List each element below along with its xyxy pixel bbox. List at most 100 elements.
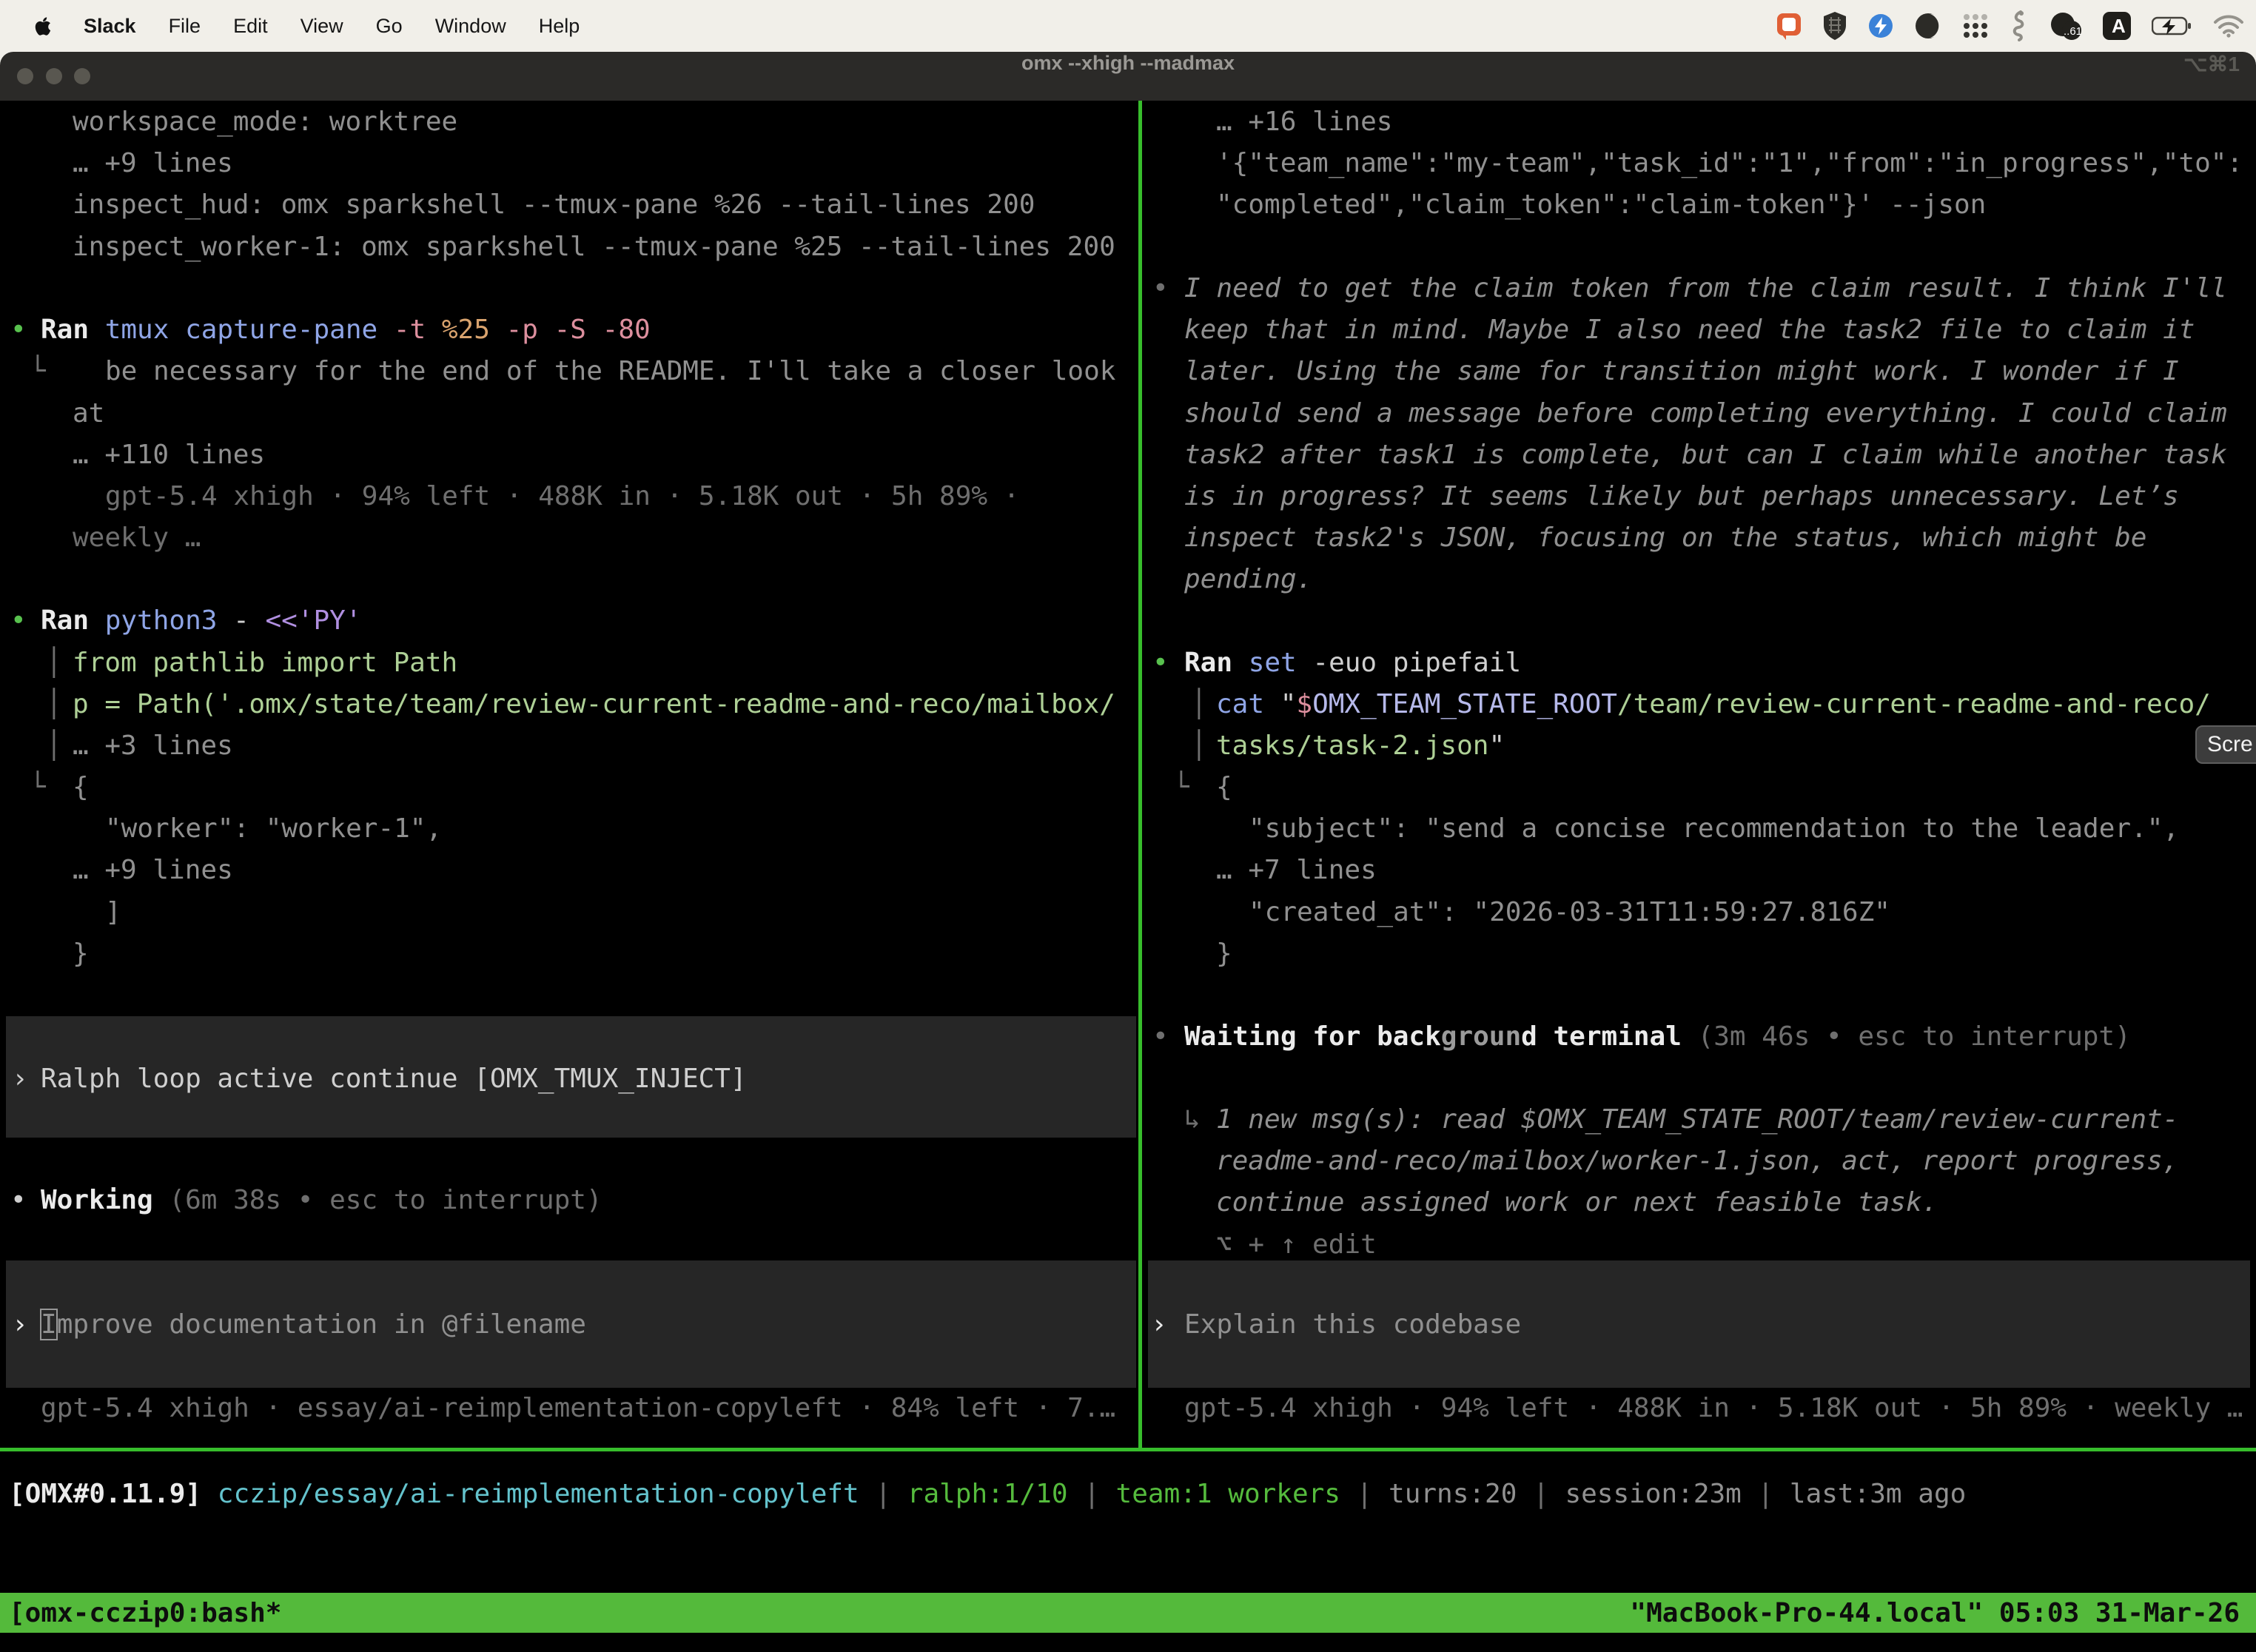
thinking-line: is in progress? It seems likely but perh… bbox=[1184, 476, 2179, 517]
text-segment: ralph:1/10 bbox=[907, 1479, 1068, 1509]
terminal-line: inspect_hud: omx sparkshell --tmux-pane … bbox=[73, 184, 1035, 226]
text-segment: Working bbox=[41, 1185, 153, 1215]
text-segment: at bbox=[73, 398, 104, 429]
text-segment: | bbox=[1340, 1479, 1389, 1509]
text-segment: • bbox=[1152, 648, 1169, 678]
text-segment: ↳ bbox=[1184, 1104, 1201, 1135]
text-segment: " bbox=[1280, 689, 1297, 719]
text-segment: │ bbox=[46, 648, 62, 678]
text-segment: inspect_hud: omx sparkshell --tmux-pane … bbox=[73, 189, 1035, 220]
screen: Slack FileEditViewGoWindowHelp ..61 bbox=[0, 0, 2256, 1652]
terminal-line: "created_at": "2026-03-31T11:59:27.816Z" bbox=[1249, 892, 1890, 933]
terminal-line: weekly … bbox=[73, 517, 201, 559]
thinking-line: inspect task2's JSON, focusing on the st… bbox=[1184, 517, 2146, 559]
text-segment: weekly … bbox=[73, 523, 201, 553]
mailbox-note: 1 new msg(s): read $OMX_TEAM_STATE_ROOT/… bbox=[1216, 1099, 2178, 1141]
terminal: workspace_mode: worktree… +9 linesinspec… bbox=[0, 0, 2256, 1652]
text-segment: %25 bbox=[426, 315, 490, 345]
text-segment: › bbox=[1151, 1309, 1167, 1340]
mailbox-note: continue assigned work or next feasible … bbox=[1216, 1182, 1938, 1223]
terminal-line: └ bbox=[1173, 767, 1189, 808]
text-segment: d terminal bbox=[1521, 1021, 1682, 1052]
text-segment: cczip/essay/ai-reimplementation-copyleft bbox=[201, 1479, 859, 1509]
terminal-line: tasks/task-2.json" bbox=[1216, 725, 1505, 767]
text-segment: gpt-5.4 xhigh · 94% left · 488K in · 5.1… bbox=[105, 481, 1019, 511]
text-segment: { bbox=[1216, 772, 1232, 802]
thinking-line: should send a message before completing … bbox=[1184, 393, 2227, 434]
text-segment: task2 after task1 is complete, but can I… bbox=[1184, 440, 2227, 470]
thinking-line: pending. bbox=[1184, 559, 1312, 600]
mailbox-note: readme-and-reco/mailbox/worker-1.json, a… bbox=[1216, 1141, 2178, 1182]
terminal-line: │ bbox=[46, 642, 62, 684]
screen-share-overlay[interactable]: Scre bbox=[2195, 725, 2256, 764]
text-segment: • bbox=[1152, 1021, 1169, 1052]
text-segment: tasks/task-2.json bbox=[1216, 731, 1488, 761]
session-meta-left: gpt-5.4 xhigh · essay/ai-reimplementatio… bbox=[41, 1388, 1115, 1429]
text-segment: Ran bbox=[1184, 648, 1232, 678]
tmux-status-bar: [omx-cczip0:bash* "MacBook-Pro-44.local"… bbox=[0, 1593, 2256, 1633]
text-segment: └ bbox=[30, 772, 46, 802]
tmux-session-label[interactable]: [omx-cczip0:bash* bbox=[9, 1598, 281, 1628]
text-cursor: I bbox=[41, 1309, 57, 1340]
command-bullet: • bbox=[10, 600, 27, 642]
text-segment: … +3 lines bbox=[73, 731, 233, 761]
terminal-line: └ bbox=[30, 351, 46, 392]
text-segment: gpt-5.4 xhigh · 94% left · 488K in · 5.1… bbox=[1184, 1393, 2243, 1423]
terminal-line: … +16 lines bbox=[1216, 101, 1392, 143]
text-segment: ] bbox=[105, 897, 121, 927]
edit-hint: ⌥ + ↑ edit bbox=[1216, 1224, 1377, 1266]
text-segment: "subject": "send a concise recommendatio… bbox=[1249, 813, 2179, 844]
text-segment: is in progress? It seems likely but perh… bbox=[1184, 481, 2179, 511]
text-segment: "worker": "worker-1", bbox=[105, 813, 442, 844]
text-segment: pending. bbox=[1184, 564, 1312, 594]
prompt-input-left: Improve documentation in @filename bbox=[41, 1304, 586, 1346]
text-segment: python3 bbox=[89, 605, 217, 636]
text-segment: turns:20 bbox=[1389, 1479, 1517, 1509]
notice-text: Ralph loop active continue [OMX_TMUX_INJ… bbox=[41, 1058, 747, 1100]
prompt-input-right: Explain this codebase bbox=[1184, 1304, 1521, 1346]
thinking-line: keep that in mind. Maybe I also need the… bbox=[1184, 309, 2195, 351]
text-segment: set bbox=[1232, 648, 1297, 678]
terminal-line: │ bbox=[1191, 725, 1207, 767]
text-segment: -80 bbox=[586, 315, 651, 345]
text-segment: Ralph loop active continue [OMX_TMUX_INJ… bbox=[41, 1064, 747, 1094]
text-segment: │ bbox=[1191, 689, 1207, 719]
waiting-line: Waiting for background terminal (3m 46s … bbox=[1184, 1016, 2131, 1058]
text-segment: … +16 lines bbox=[1216, 107, 1392, 137]
text-segment: - bbox=[217, 605, 249, 636]
text-segment: … +7 lines bbox=[1216, 855, 1377, 885]
text-segment: '{"team_name":"my-team","task_id":"1","f… bbox=[1216, 148, 2243, 178]
text-segment: └ bbox=[30, 356, 46, 386]
pane-divider-vertical[interactable] bbox=[1138, 101, 1142, 1449]
text-segment: -p bbox=[490, 315, 538, 345]
text-segment: • bbox=[1152, 273, 1169, 303]
command-line: Ran set -euo pipefail bbox=[1184, 642, 1521, 684]
text-segment: … +9 lines bbox=[73, 148, 233, 178]
working-bullet: • bbox=[10, 1180, 27, 1221]
text-segment: (3m 46s • esc to interrupt) bbox=[1682, 1021, 2131, 1052]
text-segment: Ran bbox=[41, 605, 89, 636]
terminal-line: } bbox=[73, 933, 89, 975]
pane-divider-horizontal bbox=[0, 1448, 2256, 1451]
text-segment: team:1 workers bbox=[1116, 1479, 1340, 1509]
working-line: Working (6m 38s • esc to interrupt) bbox=[41, 1180, 602, 1221]
text-segment: keep that in mind. Maybe I also need the… bbox=[1184, 315, 2195, 345]
text-segment: | bbox=[1742, 1479, 1790, 1509]
text-segment: | bbox=[859, 1479, 907, 1509]
text-segment: last:3m ago bbox=[1790, 1479, 1966, 1509]
terminal-line: │ bbox=[1191, 684, 1207, 725]
text-segment: Explain this codebase bbox=[1184, 1309, 1521, 1340]
text-segment: │ bbox=[46, 731, 62, 761]
text-segment: 1 new msg(s): read $OMX_TEAM_STATE_ROOT/… bbox=[1216, 1104, 2178, 1135]
text-segment: (6m 38s • esc to interrupt) bbox=[153, 1185, 602, 1215]
terminal-line: … +110 lines bbox=[73, 434, 265, 476]
text-segment: -euo pipefail bbox=[1297, 648, 1521, 678]
terminal-line: "completed","claim_token":"claim-token"}… bbox=[1216, 184, 1986, 226]
terminal-line: cat "$OMX_TEAM_STATE_ROOT/team/review-cu… bbox=[1216, 684, 2211, 725]
session-meta-right: gpt-5.4 xhigh · 94% left · 488K in · 5.1… bbox=[1184, 1388, 2243, 1429]
prompt-chevron: › bbox=[1151, 1304, 1167, 1346]
text-segment: later. Using the same for transition mig… bbox=[1184, 356, 2179, 386]
text-segment: be necessary for the end of the README. … bbox=[105, 356, 1115, 386]
terminal-line: '{"team_name":"my-team","task_id":"1","f… bbox=[1216, 143, 2243, 184]
terminal-line: │ bbox=[46, 684, 62, 725]
